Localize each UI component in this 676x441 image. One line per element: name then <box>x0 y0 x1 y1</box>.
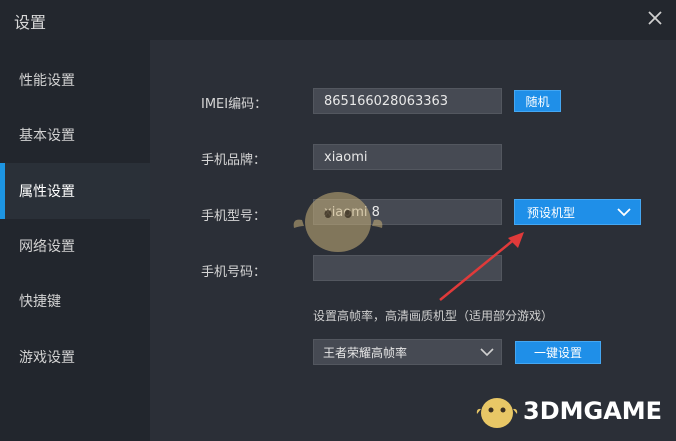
window-title: 设置 <box>14 13 47 32</box>
fps-preset-select[interactable]: 王者荣耀高帧率 <box>313 339 502 365</box>
sidebar-item-properties[interactable]: 属性设置 <box>0 163 150 219</box>
sidebar: 性能设置 基本设置 属性设置 网络设置 快捷键 游戏设置 <box>0 40 150 441</box>
random-button[interactable]: 随机 <box>514 90 561 112</box>
sidebar-item-basic[interactable]: 基本设置 <box>0 107 150 163</box>
watermark-mascot-icon <box>476 398 518 428</box>
fps-preset-value: 王者荣耀高帧率 <box>323 345 408 360</box>
mascot-image <box>293 192 383 252</box>
annotation-arrow <box>439 232 524 301</box>
sidebar-item-label: 网络设置 <box>19 239 75 255</box>
sidebar-item-shortcuts[interactable]: 快捷键 <box>0 273 150 329</box>
phone-label: 手机号码： <box>201 265 267 280</box>
close-icon <box>648 11 662 25</box>
chevron-down-icon <box>617 208 631 217</box>
imei-label: IMEI编码： <box>201 97 268 112</box>
sidebar-item-label: 属性设置 <box>19 184 75 200</box>
sidebar-item-label: 游戏设置 <box>19 350 75 366</box>
imei-field[interactable] <box>313 88 502 114</box>
watermark: 3DMGAME <box>475 389 662 433</box>
sidebar-item-games[interactable]: 游戏设置 <box>0 329 150 385</box>
sidebar-item-performance[interactable]: 性能设置 <box>0 52 150 108</box>
active-indicator <box>0 163 5 219</box>
sidebar-item-label: 快捷键 <box>19 294 61 310</box>
preset-model-dropdown[interactable]: 预设机型 <box>514 199 641 225</box>
model-label: 手机型号： <box>201 209 267 224</box>
one-click-setup-button[interactable]: 一键设置 <box>515 341 601 364</box>
high-fps-hint: 设置高帧率，高清画质机型（适用部分游戏） <box>313 309 554 323</box>
brand-label: 手机品牌： <box>201 153 267 168</box>
sidebar-item-label: 性能设置 <box>19 73 75 89</box>
sidebar-item-network[interactable]: 网络设置 <box>0 218 150 274</box>
title-bar: 设置 <box>0 0 676 40</box>
sidebar-item-label: 基本设置 <box>19 128 75 144</box>
chevron-down-icon <box>480 348 494 357</box>
preset-model-label: 预设机型 <box>527 205 576 220</box>
close-button[interactable] <box>641 4 669 32</box>
watermark-text: 3DMGAME <box>523 397 663 425</box>
brand-field[interactable] <box>313 144 502 170</box>
